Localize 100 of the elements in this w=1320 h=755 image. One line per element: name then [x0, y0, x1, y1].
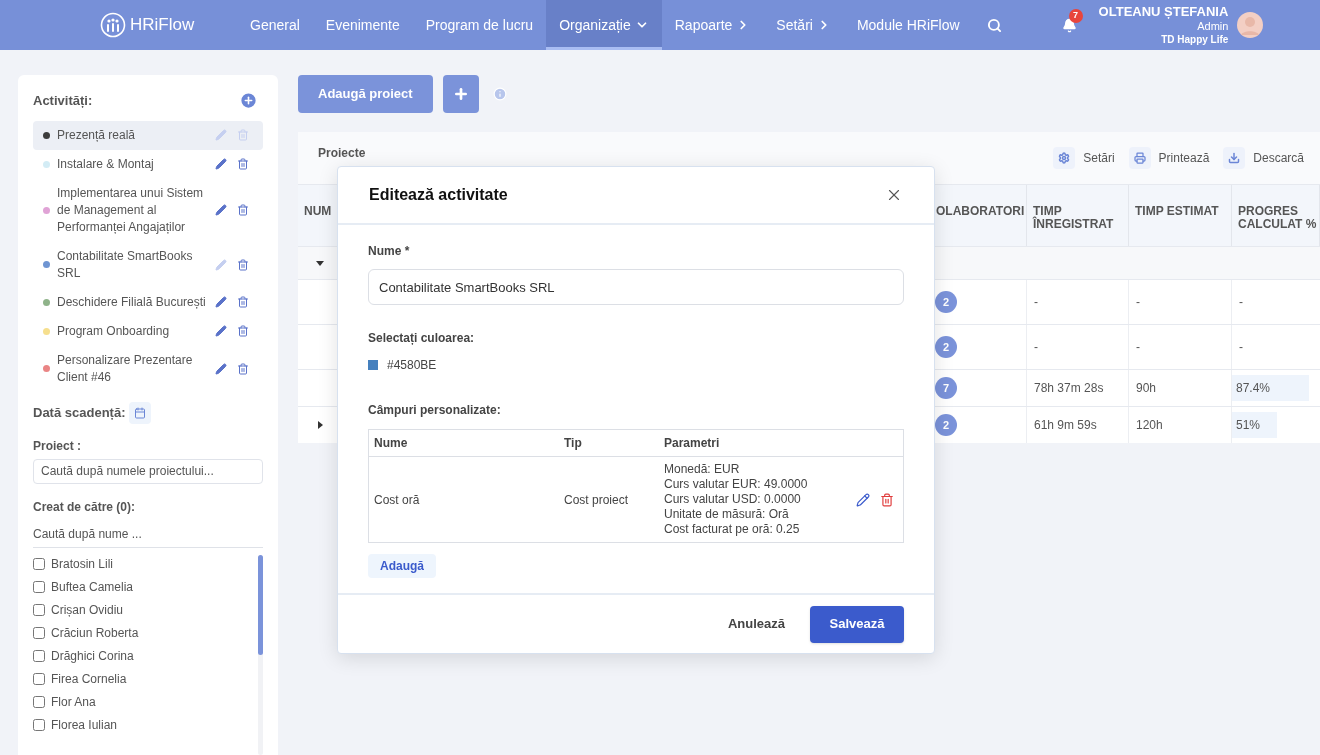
- table-title: Proiecte: [318, 145, 366, 162]
- toolbar-button[interactable]: Printează: [1128, 147, 1210, 169]
- pencil-icon[interactable]: [215, 204, 227, 216]
- name-search-field[interactable]: Caută după nume ...: [33, 521, 263, 548]
- toolbar-button[interactable]: Descarcă: [1223, 147, 1304, 169]
- caret-icon[interactable]: [316, 259, 324, 267]
- search-icon[interactable]: [986, 17, 1002, 33]
- checkbox[interactable]: [33, 673, 45, 685]
- table-cell: -: [1129, 325, 1232, 369]
- checkbox[interactable]: [33, 719, 45, 731]
- parameter-text: Unitate de măsură: Oră: [664, 507, 790, 522]
- pencil-icon[interactable]: [215, 158, 227, 170]
- bell-icon[interactable]: [1061, 17, 1077, 33]
- scrollbar[interactable]: [258, 554, 263, 755]
- project-search-field[interactable]: Caută după numele proiectului...: [33, 458, 263, 484]
- progress-text: 87.4%: [1236, 380, 1271, 397]
- table-cell-text: Cost proiect: [564, 491, 630, 509]
- table-cell: -: [1027, 325, 1129, 369]
- creator-label: Crăciun Roberta: [51, 625, 139, 642]
- section-title: Proiect :: [33, 437, 82, 455]
- table-cell: 78h 37m 28s: [1027, 370, 1129, 406]
- checkbox[interactable]: [33, 558, 45, 570]
- trash-icon[interactable]: [237, 158, 249, 170]
- creator-label: Florea Iulian: [51, 717, 118, 734]
- checkbox[interactable]: [33, 604, 45, 616]
- creator-label: Bratosin Lili: [51, 556, 114, 573]
- activity-label: Personalizare Prezentare Client #46: [57, 351, 194, 386]
- checkbox[interactable]: [33, 581, 45, 593]
- activity-label: Instalare & Montaj: [57, 155, 155, 173]
- save-button[interactable]: Salvează: [810, 605, 904, 643]
- user-name: OLTEANU ȘTEFANIA: [1098, 3, 1229, 20]
- trash-icon[interactable]: [237, 204, 249, 216]
- calendar-button[interactable]: [129, 401, 152, 424]
- table-cell-text: Cost oră: [374, 491, 421, 509]
- creator-label: Crișan Ovidiu: [51, 602, 124, 619]
- parameter-text: Cost facturat pe oră: 0.25: [664, 522, 801, 537]
- field-label: Selectați culoarea:: [368, 330, 476, 347]
- logo-icon: [100, 12, 126, 38]
- trash-icon[interactable]: [880, 492, 894, 507]
- company-name: TD Happy Life: [1161, 33, 1229, 47]
- field-label: Nume *: [368, 243, 411, 260]
- activity-label: Deschidere Filială București: [57, 293, 207, 311]
- parameter-text: Curs valutar EUR: 49.0000: [664, 477, 808, 492]
- calendar-icon: [134, 406, 147, 419]
- section-title: Creat de către (0):: [33, 498, 137, 516]
- count-badge: 2: [935, 291, 957, 313]
- parameter-text: Monedă: EUR: [664, 462, 741, 477]
- field-label: Câmpuri personalizate:: [368, 402, 502, 419]
- pencil-icon[interactable]: [215, 362, 227, 375]
- printer-icon: [1128, 147, 1151, 169]
- activity-label: Prezență reală: [57, 126, 137, 144]
- trash-icon[interactable]: [237, 258, 249, 271]
- column-header: Tip: [564, 435, 583, 452]
- color-swatch[interactable]: [368, 360, 378, 370]
- name-field[interactable]: Contabilitate SmartBooks SRL: [368, 269, 904, 305]
- table-cell-text: -: [1238, 294, 1243, 311]
- add-button[interactable]: [442, 75, 479, 113]
- trash-icon[interactable]: [237, 362, 249, 375]
- add-field-button[interactable]: Adaugă: [368, 554, 436, 578]
- notification-badge: 7: [1068, 8, 1083, 23]
- checkbox[interactable]: [33, 696, 45, 708]
- creator-label: Firea Cornelia: [51, 671, 127, 688]
- progress-text: 51%: [1236, 417, 1261, 434]
- creator-label: Buftea Camelia: [51, 579, 134, 596]
- section-title: Dată scadență:: [33, 403, 126, 422]
- settings-icon: [1053, 147, 1076, 169]
- table-cell-text: -: [1238, 339, 1243, 356]
- logo-text: HRiFlow: [130, 14, 195, 37]
- cancel-button[interactable]: Anulează: [727, 614, 785, 634]
- pencil-icon[interactable]: [215, 296, 227, 308]
- activity-label: Contabilitate SmartBooks SRL: [57, 247, 194, 282]
- table-cell: -: [1027, 280, 1129, 324]
- pencil-icon[interactable]: [215, 325, 227, 337]
- pencil-icon[interactable]: [856, 492, 870, 507]
- toolbar-button[interactable]: Setări: [1053, 147, 1115, 169]
- column-header: Nume: [374, 435, 409, 452]
- checkbox[interactable]: [33, 627, 45, 639]
- count-badge: 2: [935, 336, 957, 358]
- creator-label: Flor Ana: [51, 694, 96, 711]
- add-icon[interactable]: [239, 91, 258, 111]
- count-badge: 7: [935, 377, 957, 399]
- parameter-text: Curs valutar USD: 0.0000: [664, 492, 802, 507]
- section-title: Activități:: [33, 92, 93, 110]
- trash-icon[interactable]: [237, 296, 249, 308]
- caret-icon[interactable]: [316, 421, 324, 429]
- download-icon: [1223, 147, 1246, 169]
- activity-label: Implementarea unui Sistem de Management al Performanței Angajaților: [57, 184, 205, 236]
- table-cell: -: [1129, 280, 1232, 324]
- count-badge: 2: [935, 414, 957, 436]
- user-role: Admin: [1197, 20, 1229, 34]
- table-cell: 61h 9m 59s: [1027, 407, 1129, 443]
- activity-label: Program Onboarding: [57, 322, 171, 340]
- creator-label: Drăghici Corina: [51, 648, 134, 665]
- plus-icon: [452, 86, 469, 102]
- checkbox[interactable]: [33, 650, 45, 662]
- dialog-title: Editează activitate: [369, 185, 508, 205]
- nav-item[interactable]: Organizație: [546, 0, 662, 50]
- column-header: Parametri: [664, 435, 721, 452]
- trash-icon[interactable]: [237, 325, 249, 337]
- color-code: #4580BE: [387, 357, 437, 374]
